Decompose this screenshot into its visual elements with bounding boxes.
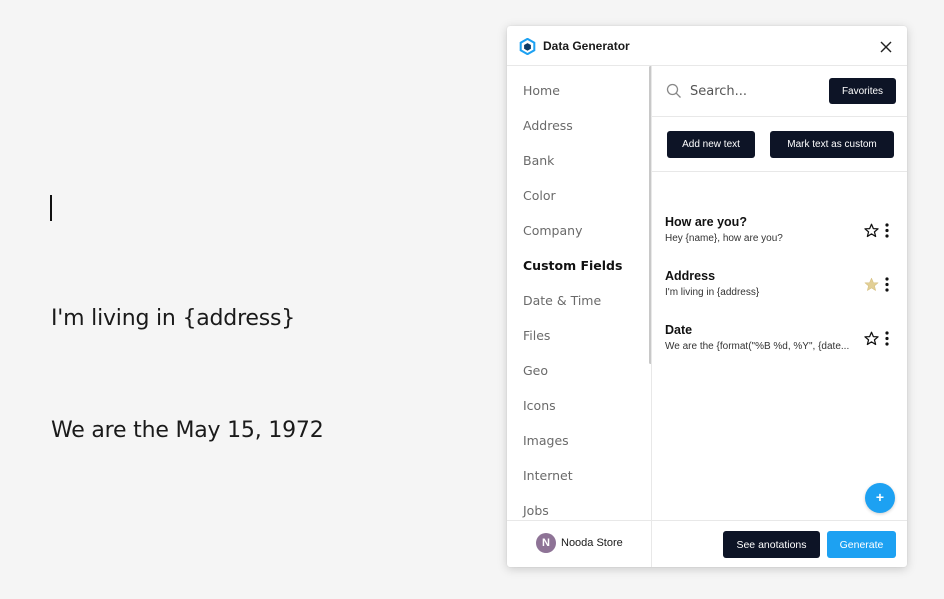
panel-header: Data Generator: [507, 26, 907, 66]
avatar: N: [536, 533, 556, 553]
list-item[interactable]: How are you? Hey {name}, how are you?: [652, 206, 907, 260]
favorites-button[interactable]: Favorites: [829, 78, 896, 104]
document-line-address[interactable]: I'm living in {address}: [51, 306, 295, 331]
item-title: Date: [665, 323, 693, 337]
add-fab-button[interactable]: +: [865, 483, 895, 513]
sidebar-item-home[interactable]: Home: [523, 83, 560, 98]
star-outline-icon[interactable]: [864, 223, 879, 238]
search-input[interactable]: [690, 80, 820, 102]
sidebar-item-bank[interactable]: Bank: [523, 153, 554, 168]
panel-footer: See anotations Generate: [652, 520, 907, 567]
category-sidebar: Home Address Bank Color Company Custom F…: [507, 66, 652, 520]
more-vertical-icon[interactable]: [884, 277, 890, 292]
sidebar-item-jobs[interactable]: Jobs: [523, 503, 549, 518]
sidebar-item-color[interactable]: Color: [523, 188, 556, 203]
add-new-text-button[interactable]: Add new text: [667, 131, 755, 158]
item-subtitle: I'm living in {address}: [665, 287, 760, 298]
list-item[interactable]: Address I'm living in {address}: [652, 260, 907, 314]
sidebar-item-geo[interactable]: Geo: [523, 363, 548, 378]
see-annotations-button[interactable]: See anotations: [723, 531, 820, 558]
store-name: Nooda Store: [561, 537, 623, 549]
item-subtitle: We are the {format("%B %d, %Y", {date...: [665, 341, 850, 352]
sidebar-item-images[interactable]: Images: [523, 433, 569, 448]
generate-button[interactable]: Generate: [827, 531, 896, 558]
item-subtitle: Hey {name}, how are you?: [665, 233, 783, 244]
search-icon: [666, 83, 681, 98]
close-icon[interactable]: [876, 37, 896, 57]
document-line-date[interactable]: We are the May 15, 1972: [51, 418, 324, 443]
panel-title: Data Generator: [543, 39, 630, 53]
main-content: Favorites Add new text Mark text as cust…: [652, 66, 907, 520]
sidebar-item-company[interactable]: Company: [523, 223, 582, 238]
more-vertical-icon[interactable]: [884, 331, 890, 346]
data-generator-panel: Data Generator Home Address Bank Color C…: [507, 26, 907, 567]
sidebar-item-files[interactable]: Files: [523, 328, 550, 343]
star-filled-icon[interactable]: [864, 277, 879, 292]
data-generator-logo-icon: [519, 38, 536, 55]
sidebar-item-date-time[interactable]: Date & Time: [523, 293, 601, 308]
search-bar: Favorites: [652, 66, 907, 117]
sidebar-item-internet[interactable]: Internet: [523, 468, 573, 483]
star-outline-icon[interactable]: [864, 331, 879, 346]
item-title: How are you?: [665, 215, 747, 229]
list-item[interactable]: Date We are the {format("%B %d, %Y", {da…: [652, 314, 907, 368]
text-cursor: [50, 195, 52, 221]
sidebar-item-icons[interactable]: Icons: [523, 398, 556, 413]
more-vertical-icon[interactable]: [884, 223, 890, 238]
sidebar-item-custom-fields[interactable]: Custom Fields: [523, 258, 622, 273]
account-footer[interactable]: N Nooda Store: [507, 520, 652, 567]
mark-text-custom-button[interactable]: Mark text as custom: [770, 131, 894, 158]
action-buttons: Add new text Mark text as custom: [652, 117, 907, 172]
sidebar-item-address[interactable]: Address: [523, 118, 573, 133]
item-title: Address: [665, 269, 716, 283]
